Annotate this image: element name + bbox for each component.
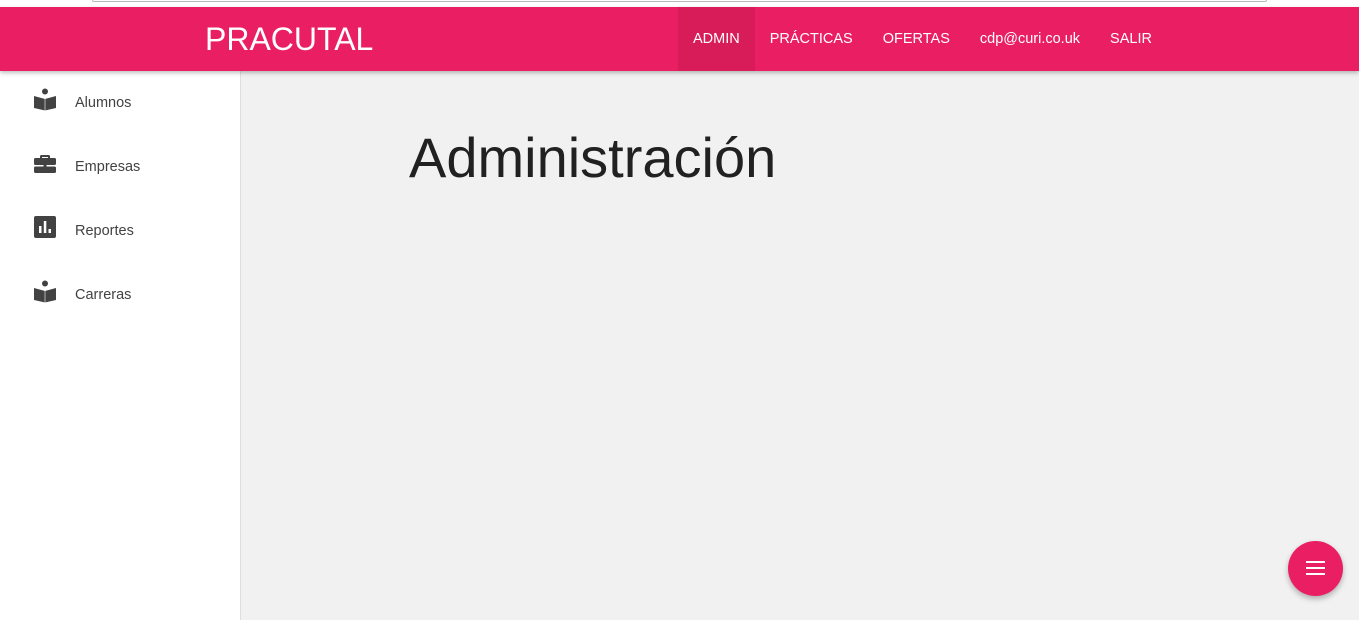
browser-top-strip [0,0,1359,7]
book-person-icon [34,88,56,111]
sidebar-item-label: Reportes [75,223,134,239]
nav-link-admin[interactable]: ADMIN [678,7,755,71]
sidebar-item-label: Carreras [75,287,132,303]
nav-link-practicas[interactable]: PRÁCTICAS [755,7,868,71]
sidebar-item-reportes[interactable]: Reportes [0,199,240,263]
page-title: Administración [409,126,777,189]
brand-logo[interactable]: PRACUTAL [205,7,373,71]
book-person-icon [34,280,56,303]
sidebar-item-label: Alumnos [75,95,132,111]
top-navbar: PRACUTAL ADMIN PRÁCTICAS OFERTAS cdp@cur… [0,7,1359,71]
nav-link-ofertas[interactable]: OFERTAS [868,7,965,71]
sidebar-item-empresas[interactable]: Empresas [0,135,240,199]
nav-link-user-email[interactable]: cdp@curi.co.uk [965,7,1095,71]
nav-links: ADMIN PRÁCTICAS OFERTAS cdp@curi.co.uk S… [678,7,1167,71]
bar-chart-icon [34,216,56,238]
floating-menu-button[interactable] [1288,541,1343,596]
sidebar-item-carreras[interactable]: Carreras [0,263,240,327]
nav-link-salir[interactable]: SALIR [1095,7,1167,71]
sidebar-item-alumnos[interactable]: Alumnos [0,71,240,135]
browser-address-bar-edge [92,0,1267,2]
sidebar-item-label: Empresas [75,159,141,175]
briefcase-icon [34,155,56,173]
sidebar: Alumnos Empresas Reportes Carreras [0,71,241,620]
